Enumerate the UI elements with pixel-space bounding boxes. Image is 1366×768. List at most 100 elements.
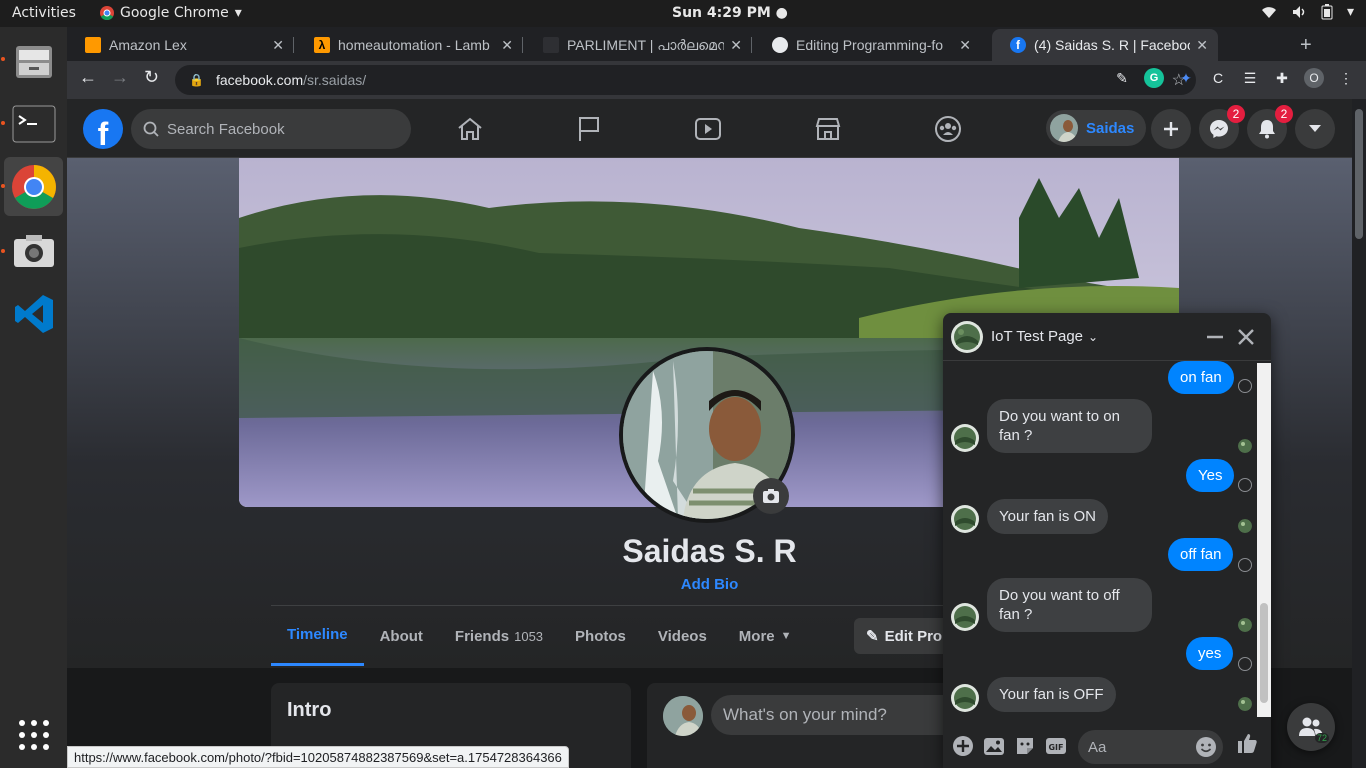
tab-label: Timeline <box>287 626 348 643</box>
gif-icon[interactable]: GIF <box>1045 735 1067 757</box>
lambda-icon: λ <box>314 37 330 53</box>
close-tab-icon[interactable]: ✕ <box>959 37 971 54</box>
avatar <box>951 603 979 631</box>
chat-scrollbar[interactable] <box>1257 363 1271 717</box>
new-message-button[interactable]: 72 <box>1287 703 1335 751</box>
tab-more[interactable]: More ▼ <box>723 606 808 666</box>
tab-photos[interactable]: Photos <box>559 606 642 666</box>
back-button[interactable]: ← <box>79 67 97 88</box>
tab-homeautomation-lambda[interactable]: λ homeautomation - Lamb ✕ <box>296 29 523 61</box>
close-tab-icon[interactable]: ✕ <box>501 37 513 54</box>
tab-friends[interactable]: Friends 1053 <box>439 606 559 666</box>
update-profile-picture-button[interactable] <box>753 478 789 514</box>
vscode-launcher[interactable] <box>4 284 63 343</box>
chat-title[interactable]: IoT Test Page <box>991 328 1083 345</box>
tab-about[interactable]: About <box>364 606 439 666</box>
nav-pages[interactable] <box>559 109 619 149</box>
outgoing-message[interactable]: off fan <box>1168 538 1234 571</box>
incoming-message[interactable]: Your fan is ON <box>987 499 1108 534</box>
close-icon[interactable] <box>1235 325 1257 349</box>
forward-button[interactable]: → <box>111 67 129 88</box>
wifi-icon <box>1261 7 1276 18</box>
sticker-icon[interactable] <box>1014 735 1036 757</box>
screenshot-launcher[interactable] <box>4 221 63 280</box>
profile-shortcut[interactable]: Saidas <box>1046 110 1147 146</box>
notification-dot-icon: ● <box>775 5 788 21</box>
chevron-down-icon[interactable]: ⌄ <box>1088 330 1098 344</box>
groups-icon <box>935 116 961 142</box>
notifications-button[interactable]: 2 <box>1247 105 1293 149</box>
avatar[interactable] <box>663 696 703 736</box>
close-tab-icon[interactable]: ✕ <box>272 37 284 54</box>
tab-label: Photos <box>575 627 626 645</box>
files-launcher[interactable] <box>4 30 63 89</box>
tab-parliment[interactable]: PARLIMENT | പാർലമെന്റ് ✕ <box>525 29 752 61</box>
puzzle-icon[interactable]: ✚ <box>1272 68 1292 88</box>
home-icon <box>458 117 482 140</box>
incoming-message[interactable]: Do you want to off fan ? <box>987 578 1152 632</box>
activities-button[interactable]: Activities <box>12 5 76 21</box>
account-menu-button[interactable] <box>1295 109 1335 149</box>
system-tray[interactable]: ▾ <box>1261 4 1354 20</box>
search-input[interactable]: Search Facebook <box>131 109 411 149</box>
messenger-button[interactable]: 2 <box>1199 105 1245 149</box>
chrome-icon <box>11 164 56 209</box>
nav-watch[interactable] <box>678 109 738 149</box>
kebab-menu-icon[interactable]: ⋮ <box>1336 68 1356 88</box>
outgoing-message[interactable]: yes <box>1186 637 1234 670</box>
tab-github-editing[interactable]: Editing Programming-fo ✕ <box>754 29 981 61</box>
tab-amazon-lex[interactable]: Amazon Lex ✕ <box>67 29 294 61</box>
thumbs-up-icon[interactable] <box>1236 732 1258 754</box>
app-menu[interactable]: Google Chrome ▾ <box>100 5 242 21</box>
close-tab-icon[interactable]: ✕ <box>730 37 742 54</box>
feather-extension-icon[interactable]: ✦ <box>1176 68 1196 88</box>
bell-icon <box>1259 120 1275 139</box>
scrollbar-thumb[interactable] <box>1260 603 1268 703</box>
nav-home[interactable] <box>440 109 500 149</box>
code-extension-icon[interactable]: C <box>1208 68 1228 88</box>
incoming-message[interactable]: Your fan is OFF <box>987 677 1116 712</box>
pen-extension-icon[interactable]: ✎ <box>1112 68 1132 88</box>
tab-videos[interactable]: Videos <box>642 606 723 666</box>
running-indicator <box>1 121 5 125</box>
tab-separator <box>751 37 752 53</box>
url-host: facebook.com <box>215 72 304 88</box>
tab-facebook[interactable]: f (4) Saidas S. R | Facebook ✕ <box>992 29 1218 61</box>
clock[interactable]: Sun 4:29 PM ● <box>672 5 788 21</box>
show-applications-button[interactable] <box>4 705 63 764</box>
message-placeholder: Aa <box>1088 738 1107 756</box>
message-input[interactable]: Aa <box>1078 730 1223 764</box>
extensions-area: ✎ G ✦ C ☰ ✚ O ⋮ <box>1112 68 1356 88</box>
terminal-launcher[interactable] <box>4 94 63 153</box>
facebook-f-icon: f <box>97 116 109 149</box>
sent-check-icon <box>1238 558 1252 572</box>
minimize-icon[interactable] <box>1205 325 1225 349</box>
nav-groups[interactable] <box>918 109 978 149</box>
photo-icon[interactable] <box>983 735 1005 757</box>
close-tab-icon[interactable]: ✕ <box>1196 37 1208 54</box>
contacts-badge: 72 <box>1314 733 1329 743</box>
new-tab-button[interactable]: + <box>1300 34 1312 57</box>
outgoing-message[interactable]: on fan <box>1168 361 1234 394</box>
list-extension-icon[interactable]: ☰ <box>1240 68 1260 88</box>
outgoing-message[interactable]: Yes <box>1186 459 1235 492</box>
emoji-icon[interactable] <box>1195 736 1217 758</box>
lock-icon[interactable]: 🔒 <box>189 73 204 87</box>
scrollbar-thumb[interactable] <box>1355 109 1363 239</box>
facebook-logo[interactable]: f <box>83 109 123 149</box>
create-button[interactable] <box>1151 109 1191 149</box>
reload-button[interactable]: ↻ <box>144 67 159 88</box>
avatar <box>951 505 979 533</box>
tab-timeline[interactable]: Timeline <box>271 606 364 666</box>
tab-title: (4) Saidas S. R | Facebook <box>1034 37 1191 53</box>
chrome-launcher[interactable] <box>4 157 63 216</box>
profile-avatar[interactable]: O <box>1304 68 1324 88</box>
chat-header[interactable]: IoT Test Page ⌄ <box>943 313 1271 361</box>
grammarly-icon[interactable]: G <box>1144 68 1164 88</box>
nav-marketplace[interactable] <box>798 109 858 149</box>
address-bar[interactable]: 🔒 facebook.com/sr.saidas/ ☆ <box>175 65 1196 95</box>
composer-placeholder: What's on your mind? <box>723 705 887 724</box>
plus-circle-icon[interactable] <box>952 735 974 757</box>
incoming-message[interactable]: Do you want to on fan ? <box>987 399 1152 453</box>
page-scrollbar[interactable] <box>1352 99 1366 768</box>
